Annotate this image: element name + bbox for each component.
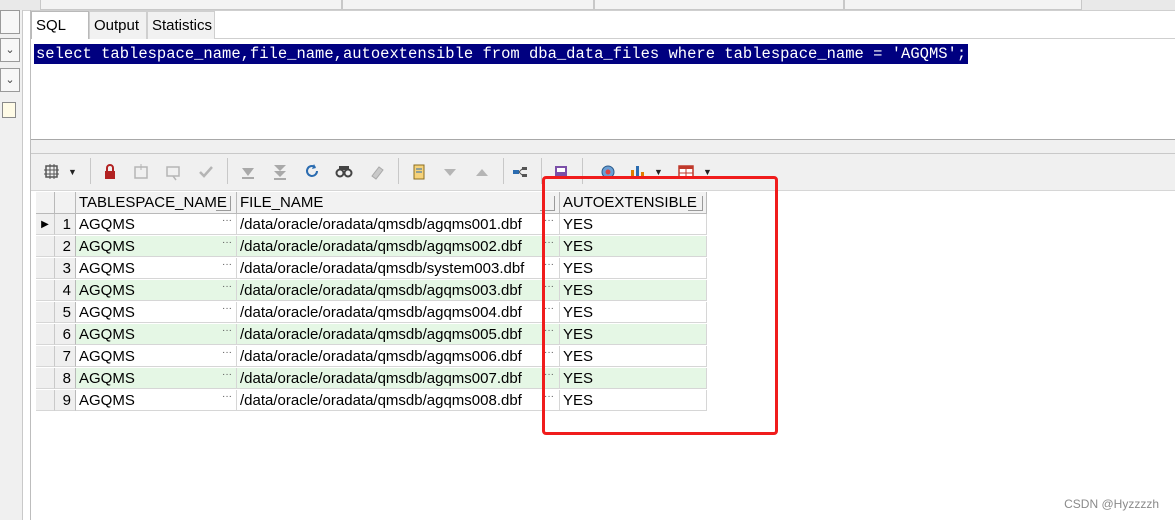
toolbar-separator [90,158,91,184]
toolbar-separator [227,158,228,184]
query-by-example-icon[interactable] [510,162,530,182]
cell-tablespace-name[interactable]: AGQMS [76,258,237,279]
panel-button[interactable] [0,10,20,34]
cell-tablespace-name[interactable]: AGQMS [76,214,237,235]
row-number[interactable]: 3 [55,258,76,279]
column-header-file-name[interactable]: FILE_NAME [237,192,560,214]
cell-tablespace-name[interactable]: AGQMS [76,302,237,323]
document-tab-strip [0,0,1175,11]
row-indicator[interactable] [36,258,55,279]
post-icon[interactable] [196,162,216,182]
column-filter-icon[interactable] [216,196,231,211]
row-indicator[interactable] [36,346,55,367]
chevron-down-icon[interactable]: ▼ [68,163,77,181]
toolbar-separator [503,158,504,184]
cell-file-name[interactable]: /data/oracle/oradata/qmsdb/system003.dbf [237,258,560,279]
highlight-box [542,176,778,435]
ellipsis-icon[interactable]: ··· [222,282,232,292]
row-indicator[interactable] [36,368,55,389]
ellipsis-icon[interactable]: ··· [222,238,232,248]
lock-icon[interactable] [100,162,120,182]
previous-record-icon[interactable] [440,162,460,182]
row-number[interactable]: 8 [55,368,76,389]
ellipsis-icon[interactable]: ··· [222,260,232,270]
ellipsis-icon[interactable]: ··· [222,392,232,402]
single-record-icon[interactable] [409,162,429,182]
cell-file-name[interactable]: /data/oracle/oradata/qmsdb/agqms004.dbf [237,302,560,323]
cell-tablespace-name[interactable]: AGQMS [76,368,237,389]
grid-options-icon[interactable] [42,162,62,182]
toolbar-separator [398,158,399,184]
row-indicator[interactable]: ▶ [36,214,55,235]
find-icon[interactable] [334,162,354,182]
refresh-icon[interactable] [302,162,322,182]
cell-tablespace-name[interactable]: AGQMS [76,236,237,257]
row-indicator[interactable] [36,324,55,345]
row-number[interactable]: 1 [55,214,76,235]
row-indicator[interactable] [36,302,55,323]
paste-icon[interactable] [2,102,16,118]
next-record-icon[interactable] [472,162,492,182]
left-panel: ⌄ ⌄ [0,10,23,520]
row-number[interactable]: 7 [55,346,76,367]
cell-file-name[interactable]: /data/oracle/oradata/qmsdb/agqms003.dbf [237,280,560,301]
cell-file-name[interactable]: /data/oracle/oradata/qmsdb/agqms007.dbf [237,368,560,389]
row-number[interactable]: 6 [55,324,76,345]
chevron-down-icon[interactable]: ⌄ [0,68,20,92]
row-number[interactable]: 5 [55,302,76,323]
watermark: CSDN @Hyzzzzh [1064,497,1159,511]
ellipsis-icon[interactable]: ··· [222,216,232,226]
row-number[interactable]: 4 [55,280,76,301]
fetch-last-icon[interactable] [270,162,290,182]
ellipsis-icon[interactable]: ··· [222,348,232,358]
cell-tablespace-name[interactable]: AGQMS [76,280,237,301]
row-number[interactable]: 2 [55,236,76,257]
tab-output[interactable]: Output [89,11,147,39]
ellipsis-icon[interactable]: ··· [222,304,232,314]
row-indicator[interactable] [36,280,55,301]
tab-statistics[interactable]: Statistics [147,11,215,39]
editor-splitter[interactable] [31,139,1175,154]
row-indicator[interactable] [36,390,55,411]
cell-tablespace-name[interactable]: AGQMS [76,346,237,367]
row-number[interactable]: 9 [55,390,76,411]
document-tab[interactable] [40,0,342,10]
cell-file-name[interactable]: /data/oracle/oradata/qmsdb/agqms002.dbf [237,236,560,257]
document-tab[interactable] [342,0,594,10]
grid-corner [36,192,55,214]
row-indicator[interactable] [36,236,55,257]
chevron-down-icon[interactable]: ⌄ [0,38,20,62]
delete-record-icon[interactable] [164,162,184,182]
document-tab[interactable] [594,0,844,10]
sql-statement[interactable]: select tablespace_name,file_name,autoext… [34,44,969,64]
document-tab[interactable] [844,0,1082,10]
rownum-header [55,192,76,214]
cell-file-name[interactable]: /data/oracle/oradata/qmsdb/agqms005.dbf [237,324,560,345]
cell-tablespace-name[interactable]: AGQMS [76,324,237,345]
cell-file-name[interactable]: /data/oracle/oradata/qmsdb/agqms008.dbf [237,390,560,411]
cell-file-name[interactable]: /data/oracle/oradata/qmsdb/agqms001.dbf [237,214,560,235]
ellipsis-icon[interactable]: ··· [222,370,232,380]
fetch-next-icon[interactable] [238,162,258,182]
column-header-tablespace-name[interactable]: TABLESPACE_NAME [76,192,237,214]
tab-sql[interactable]: SQL [31,11,89,39]
ellipsis-icon[interactable]: ··· [222,326,232,336]
clear-icon[interactable] [367,162,387,182]
insert-record-icon[interactable] [131,162,151,182]
cell-tablespace-name[interactable]: AGQMS [76,390,237,411]
cell-file-name[interactable]: /data/oracle/oradata/qmsdb/agqms006.dbf [237,346,560,367]
